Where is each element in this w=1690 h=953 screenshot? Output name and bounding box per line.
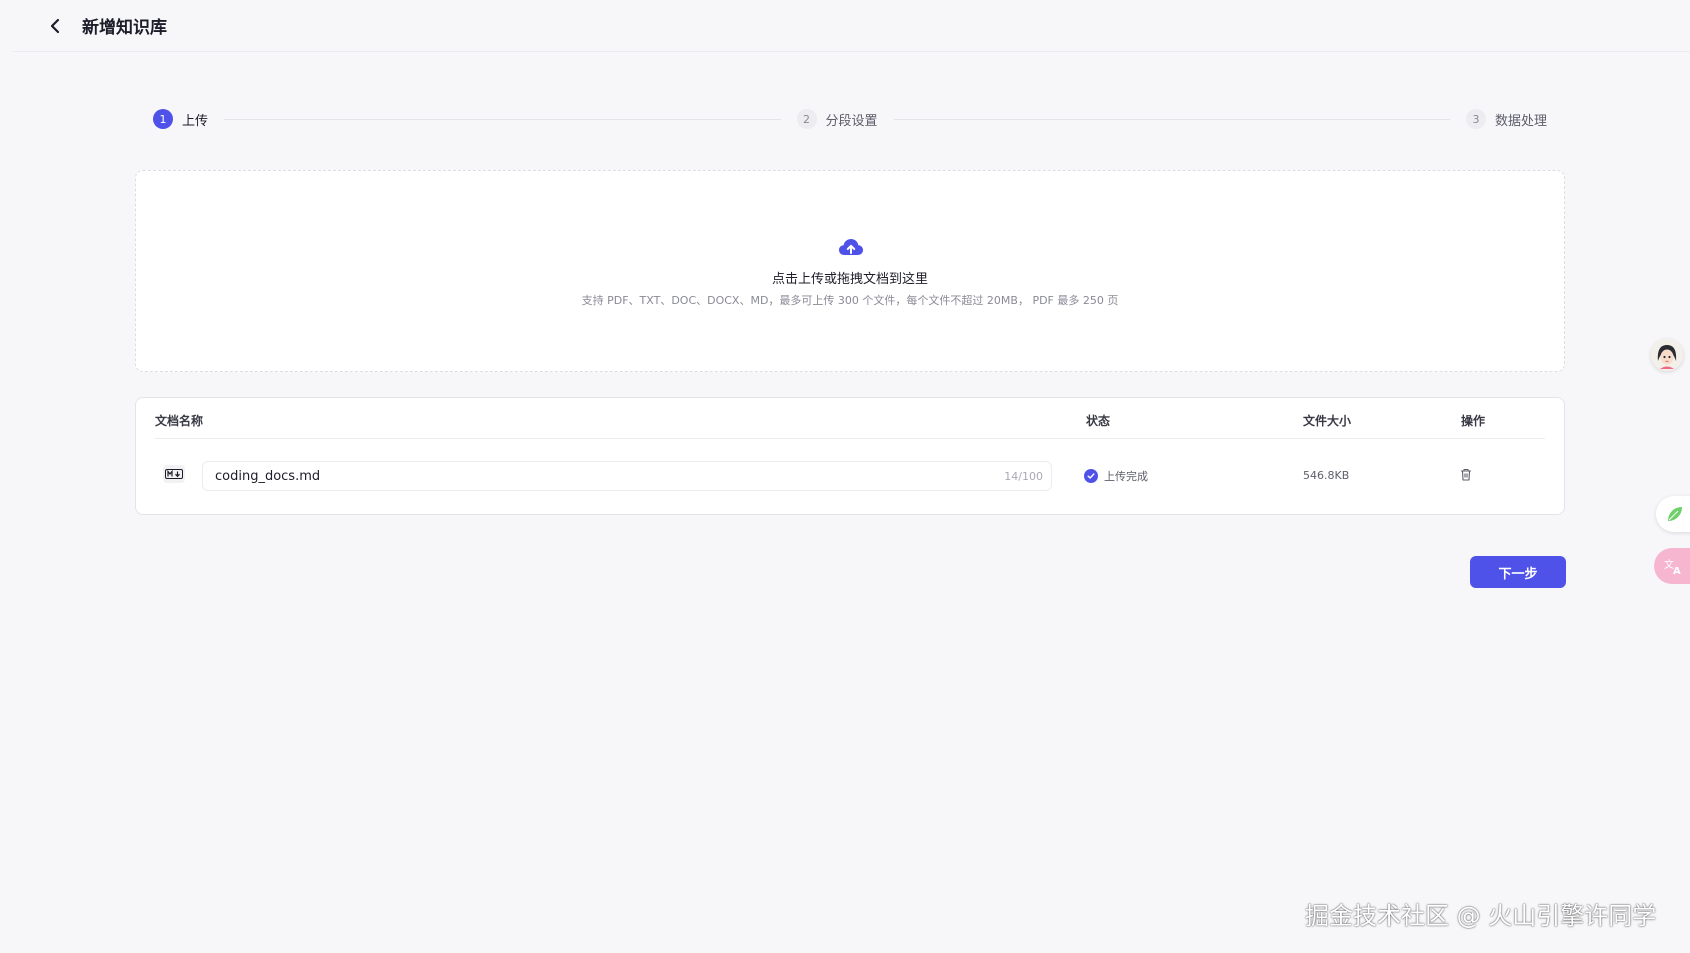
back-button[interactable] — [42, 13, 68, 39]
markdown-file-icon — [163, 465, 185, 483]
delete-file-button[interactable] — [1458, 466, 1474, 482]
column-header-name: 文档名称 — [155, 414, 204, 428]
column-header-action: 操作 — [1461, 414, 1486, 428]
file-name-field[interactable]: 14/100 — [202, 461, 1052, 491]
upload-status: 上传完成 — [1084, 468, 1148, 484]
page-title: 新增知识库 — [82, 18, 167, 38]
step-label: 数据处理 — [1495, 113, 1548, 129]
header-divider — [155, 438, 1545, 439]
step-number: 3 — [1466, 109, 1486, 129]
column-header-status: 状态 — [1086, 414, 1111, 428]
leaf-icon — [1668, 507, 1682, 521]
step-connector — [893, 118, 1450, 120]
step-connector — [224, 118, 781, 120]
step-number: 1 — [153, 109, 173, 129]
upload-hint: 支持 PDF、TXT、DOC、DOCX、MD，最多可上传 300 个文件，每个文… — [581, 294, 1119, 307]
step-segment-settings: 2 分段设置 — [796, 109, 878, 129]
leaf-widget-button[interactable] — [1656, 496, 1690, 532]
file-size: 546.8KB — [1303, 469, 1350, 482]
step-indicator: 1 上传 2 分段设置 3 数据处理 — [153, 108, 1547, 130]
upload-dropzone[interactable]: 点击上传或拖拽文档到这里 支持 PDF、TXT、DOC、DOCX、MD，最多可上… — [135, 170, 1565, 372]
next-step-button[interactable]: 下一步 — [1470, 556, 1566, 588]
watermark: 掘金技术社区 @ 火山引擎许同学 — [1305, 902, 1657, 930]
check-circle-icon — [1084, 469, 1098, 483]
translate-widget-button[interactable]: 文 A — [1654, 548, 1690, 584]
file-table: 文档名称 状态 文件大小 操作 14/100 上传完成 546.8KB — [135, 397, 1565, 515]
upload-title: 点击上传或拖拽文档到这里 — [771, 272, 928, 287]
step-data-processing: 3 数据处理 — [1466, 109, 1547, 129]
file-name-input[interactable] — [203, 462, 1005, 490]
step-label: 上传 — [182, 113, 209, 129]
step-upload: 1 上传 — [153, 109, 208, 129]
assistant-avatar[interactable] — [1651, 339, 1683, 371]
translate-icon: 文 A — [1664, 558, 1681, 575]
status-text: 上传完成 — [1104, 470, 1148, 483]
column-header-size: 文件大小 — [1303, 414, 1352, 428]
trash-icon — [1461, 468, 1471, 481]
svg-text:A: A — [1673, 566, 1681, 575]
cloud-upload-icon — [839, 239, 863, 255]
page-header: 新增知识库 — [12, 0, 1690, 52]
chevron-left-icon — [50, 18, 60, 33]
step-label: 分段设置 — [825, 113, 878, 129]
char-count: 14/100 — [1004, 469, 1043, 483]
step-number: 2 — [796, 109, 817, 129]
